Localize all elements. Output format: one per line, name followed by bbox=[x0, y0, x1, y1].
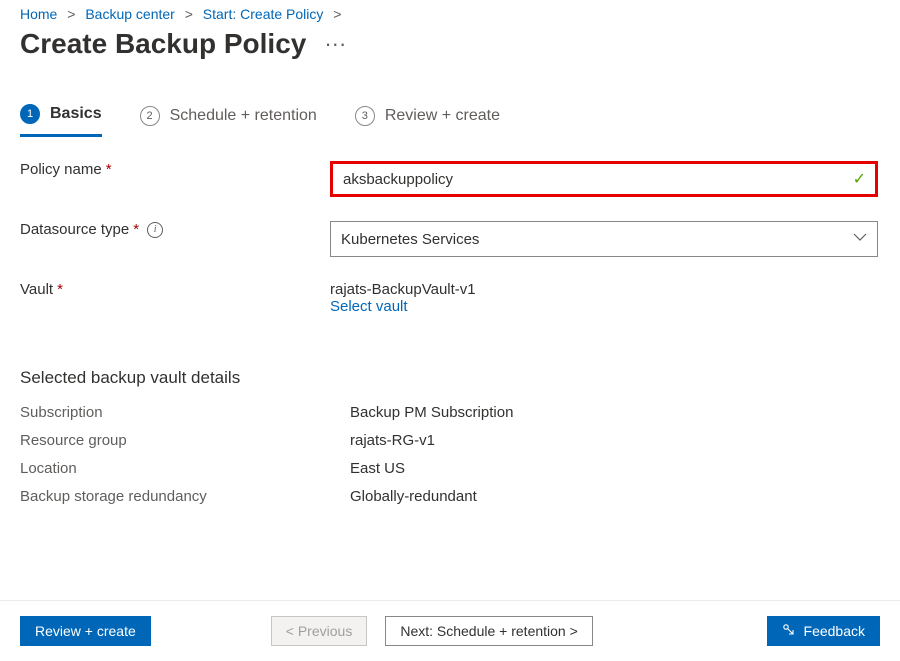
footer-bar: Review + create < Previous Next: Schedul… bbox=[0, 611, 900, 651]
vault-detail-key: Location bbox=[20, 460, 350, 477]
vault-name-text: rajats-BackupVault-v1 bbox=[330, 281, 878, 298]
row-datasource-type: Datasource type * i Kubernetes Services bbox=[20, 221, 880, 257]
vault-value: rajats-BackupVault-v1 Select vault bbox=[330, 281, 878, 316]
footer-divider bbox=[0, 600, 900, 601]
title-row: Create Backup Policy ··· bbox=[0, 22, 900, 64]
vault-label: Vault * bbox=[20, 281, 330, 298]
policy-name-value: ✓ bbox=[330, 161, 878, 197]
label-text: Datasource type bbox=[20, 221, 129, 238]
feedback-label: Feedback bbox=[804, 623, 865, 639]
policy-name-label: Policy name * bbox=[20, 161, 330, 178]
previous-button: < Previous bbox=[271, 616, 368, 646]
required-icon: * bbox=[57, 281, 63, 298]
tab-schedule-retention[interactable]: 2 Schedule + retention bbox=[140, 106, 317, 136]
form-basics: Policy name * ✓ Datasource type * i Kube… bbox=[0, 137, 900, 316]
select-vault-link[interactable]: Select vault bbox=[330, 298, 408, 315]
vault-detail-key: Subscription bbox=[20, 404, 350, 421]
required-icon: * bbox=[133, 221, 139, 238]
tab-step-number: 1 bbox=[20, 104, 40, 124]
breadcrumb: Home > Backup center > Start: Create Pol… bbox=[0, 0, 900, 22]
breadcrumb-separator: > bbox=[185, 6, 193, 22]
vault-detail-value: rajats-RG-v1 bbox=[350, 432, 435, 449]
tab-review-create[interactable]: 3 Review + create bbox=[355, 106, 500, 136]
datasource-label: Datasource type * i bbox=[20, 221, 330, 238]
row-vault: Vault * rajats-BackupVault-v1 Select vau… bbox=[20, 281, 880, 316]
vault-details-heading: Selected backup vault details bbox=[0, 340, 900, 394]
next-button[interactable]: Next: Schedule + retention > bbox=[385, 616, 592, 646]
label-text: Policy name bbox=[20, 161, 102, 178]
row-policy-name: Policy name * ✓ bbox=[20, 161, 880, 197]
tab-step-number: 2 bbox=[140, 106, 160, 126]
valid-check-icon: ✓ bbox=[853, 169, 866, 189]
vault-detail-row: Location East US bbox=[20, 454, 880, 482]
tab-step-number: 3 bbox=[355, 106, 375, 126]
tab-label: Review + create bbox=[385, 107, 500, 125]
vault-detail-row: Subscription Backup PM Subscription bbox=[20, 398, 880, 426]
tab-basics[interactable]: 1 Basics bbox=[20, 104, 102, 137]
vault-detail-key: Resource group bbox=[20, 432, 350, 449]
info-icon[interactable]: i bbox=[147, 222, 163, 238]
vault-detail-key: Backup storage redundancy bbox=[20, 488, 350, 505]
label-text: Vault bbox=[20, 281, 53, 298]
policy-name-input-wrap: ✓ bbox=[330, 161, 878, 197]
breadcrumb-backup-center[interactable]: Backup center bbox=[85, 6, 175, 22]
vault-detail-value: Backup PM Subscription bbox=[350, 404, 513, 421]
tab-label: Basics bbox=[50, 105, 102, 123]
breadcrumb-separator: > bbox=[333, 6, 341, 22]
datasource-selected-text: Kubernetes Services bbox=[341, 231, 479, 248]
vault-details-table: Subscription Backup PM Subscription Reso… bbox=[0, 394, 900, 510]
vault-detail-value: East US bbox=[350, 460, 405, 477]
datasource-value: Kubernetes Services bbox=[330, 221, 878, 257]
feedback-button[interactable]: Feedback bbox=[767, 616, 880, 646]
vault-detail-row: Backup storage redundancy Globally-redun… bbox=[20, 482, 880, 510]
breadcrumb-home[interactable]: Home bbox=[20, 6, 57, 22]
review-create-button[interactable]: Review + create bbox=[20, 616, 151, 646]
breadcrumb-separator: > bbox=[67, 6, 75, 22]
datasource-select[interactable]: Kubernetes Services bbox=[330, 221, 878, 257]
chevron-down-icon bbox=[853, 230, 867, 248]
vault-detail-value: Globally-redundant bbox=[350, 488, 477, 505]
policy-name-input[interactable] bbox=[330, 161, 878, 197]
more-actions-button[interactable]: ··· bbox=[324, 33, 346, 55]
vault-detail-row: Resource group rajats-RG-v1 bbox=[20, 426, 880, 454]
feedback-icon bbox=[782, 623, 796, 640]
breadcrumb-start-create-policy[interactable]: Start: Create Policy bbox=[203, 6, 324, 22]
wizard-tabs: 1 Basics 2 Schedule + retention 3 Review… bbox=[0, 64, 900, 137]
page-title: Create Backup Policy bbox=[20, 28, 306, 60]
required-icon: * bbox=[106, 161, 112, 178]
tab-label: Schedule + retention bbox=[170, 107, 317, 125]
